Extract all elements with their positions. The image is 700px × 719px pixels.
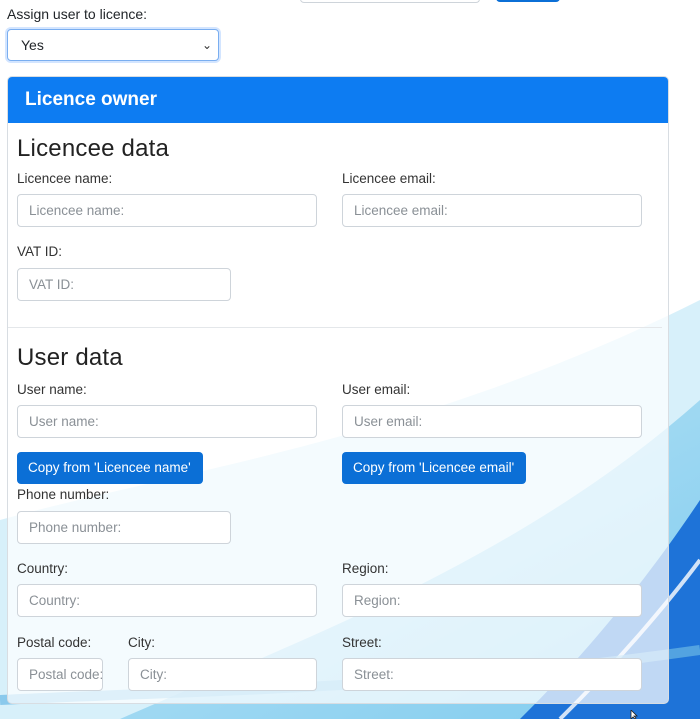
country-label: Country: [17, 561, 69, 576]
postal-code-label: Postal code: [17, 635, 92, 650]
user-name-input[interactable]: User name: [17, 405, 317, 438]
user-email-label: User email: [342, 382, 411, 397]
licencee-name-label: Licencee name: [17, 171, 113, 186]
mouse-cursor-icon [630, 710, 638, 719]
city-label: City: [128, 635, 155, 650]
section-divider [8, 327, 662, 328]
licencee-name-input[interactable]: Licencee name: [17, 194, 317, 227]
postal-code-input[interactable]: Postal code: [17, 658, 103, 691]
top-input-fragment[interactable] [300, 0, 480, 3]
chevron-down-icon: ⌄ [201, 38, 212, 52]
street-label: Street: [342, 635, 382, 650]
phone-number-input[interactable]: Phone number: [17, 511, 231, 544]
country-input[interactable]: Country: [17, 584, 317, 617]
copy-licencee-name-button[interactable]: Copy from 'Licencee name' [17, 452, 203, 484]
user-email-input[interactable]: User email: [342, 405, 642, 438]
assign-user-select-value: Yes [21, 37, 44, 53]
region-label: Region: [342, 561, 389, 576]
street-input[interactable]: Street: [342, 658, 642, 691]
user-data-title: User data [17, 344, 123, 371]
city-input[interactable]: City: [128, 658, 317, 691]
card-header: Licence owner [8, 77, 668, 123]
vat-id-input[interactable]: VAT ID: [17, 268, 231, 301]
vat-id-label: VAT ID: [17, 244, 63, 259]
assign-user-select[interactable]: Yes ⌄ [7, 29, 219, 61]
licencee-data-title: Licencee data [17, 135, 170, 162]
assign-user-label: Assign user to licence: [7, 6, 148, 22]
copy-licencee-email-button[interactable]: Copy from 'Licencee email' [342, 452, 526, 484]
user-name-label: User name: [17, 382, 87, 397]
licencee-email-input[interactable]: Licencee email: [342, 194, 642, 227]
licencee-email-label: Licencee email: [342, 171, 436, 186]
region-input[interactable]: Region: [342, 584, 642, 617]
licence-owner-card: Licence owner Licencee data Licencee nam… [7, 76, 669, 704]
phone-number-label: Phone number: [17, 487, 110, 502]
top-button-fragment[interactable] [496, 0, 560, 2]
